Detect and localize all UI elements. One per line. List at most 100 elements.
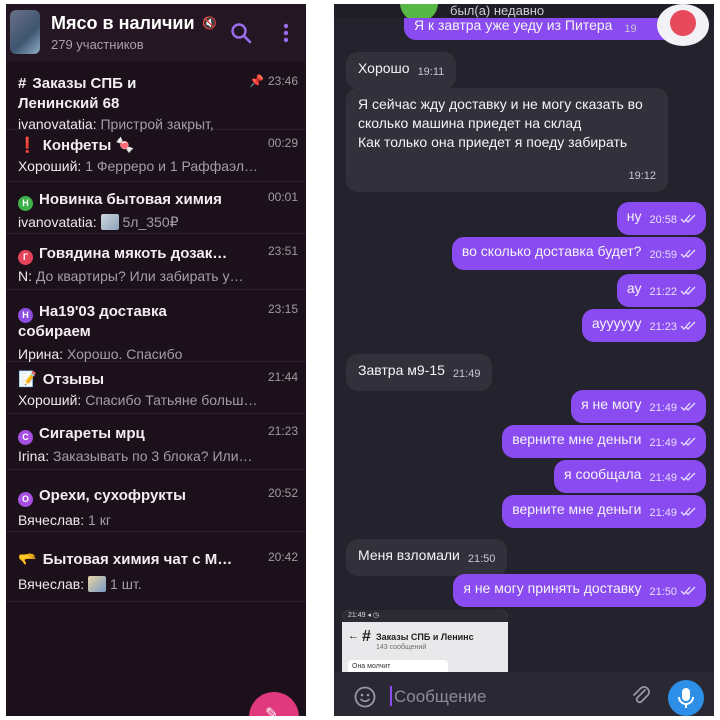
chat-preview-text: 5л_350₽ bbox=[122, 214, 179, 230]
outgoing-message[interactable]: ауууууу 21:23 bbox=[581, 309, 706, 342]
chat-preview-sender: Ирина: bbox=[18, 346, 64, 362]
preview-statusbar: 21:49 ◂ ◷ bbox=[342, 610, 508, 622]
chat-time-text: 23:15 bbox=[267, 302, 298, 316]
message-input[interactable]: Сообщение bbox=[394, 687, 487, 707]
chat-time: 23:15 bbox=[268, 302, 298, 316]
chat-title: О Орехи, сухофрукты bbox=[18, 486, 186, 507]
message-time: 21:49 bbox=[649, 507, 677, 519]
chat-row[interactable]: # Заказы СПБ и Ленинский 68 📌 23:46 ivanovata… bbox=[6, 64, 306, 132]
chat-time-text: 00:29 bbox=[267, 136, 298, 150]
chat-title-text: Отзывы bbox=[42, 371, 104, 388]
read-checkmarks-icon bbox=[680, 507, 696, 516]
outgoing-message[interactable]: я не могу принять доставку 21:50 bbox=[453, 574, 706, 607]
outgoing-message[interactable]: ау 21:22 bbox=[616, 274, 706, 307]
chat-row[interactable]: 🫳 Бытовая химия чат с М… 20:42 Вячеслав: 1 … bbox=[6, 532, 306, 602]
message-text: верните мне деньги bbox=[512, 431, 642, 447]
group-avatar[interactable] bbox=[10, 10, 40, 54]
message-meta: 21:22 bbox=[649, 283, 696, 302]
incoming-message[interactable]: Хорошо 19:11 bbox=[346, 52, 457, 89]
message-meta: 21:49 bbox=[453, 365, 481, 384]
chat-row[interactable]: О Орехи, сухофрукты 20:52 Вячеслав: 1 кг bbox=[6, 470, 306, 532]
chat-title-text: Говядина мякоть дозак… bbox=[39, 245, 228, 262]
chat-time: 20:42 bbox=[268, 550, 298, 564]
message-time: 21:49 bbox=[649, 402, 677, 414]
chat-time: 00:29 bbox=[268, 136, 298, 150]
incoming-message[interactable]: Я сейчас жду доставку и не могу сказать … bbox=[346, 88, 668, 192]
preview-title: Заказы СПБ и Ленинс bbox=[376, 632, 474, 642]
chat-title-text: Новинка бытовая химия bbox=[39, 191, 222, 208]
outgoing-message[interactable]: верните мне деньги 21:49 bbox=[502, 425, 706, 458]
read-checkmarks-icon bbox=[680, 286, 696, 295]
attach-icon[interactable] bbox=[630, 684, 652, 708]
chat-title: # Заказы СПБ и bbox=[18, 74, 136, 93]
outgoing-message[interactable]: я не могу 21:49 bbox=[571, 390, 706, 423]
chat-row[interactable]: 📝 Отзывы 21:44 Хороший: Спасибо Татьяне бол… bbox=[6, 362, 306, 414]
message-meta: 21:50 bbox=[649, 583, 696, 602]
compose-button[interactable]: ✎ bbox=[249, 692, 299, 716]
incoming-message[interactable]: Завтра м9-15 21:49 bbox=[346, 354, 493, 391]
chat-time-text: 20:52 bbox=[267, 486, 298, 500]
message-time: 21:49 bbox=[649, 437, 677, 449]
message-text: Завтра м9-15 bbox=[358, 362, 445, 378]
chat-preview-sender: ivanovatatia: bbox=[18, 214, 97, 230]
chat-preview-sender: Хороший: bbox=[18, 392, 82, 408]
chat-time-text: 21:23 bbox=[267, 424, 298, 438]
message-text: Хорошо bbox=[358, 60, 410, 76]
search-icon[interactable] bbox=[230, 22, 252, 44]
chat-time: 20:52 bbox=[268, 486, 298, 500]
group-title[interactable]: Мясо в наличии bbox=[51, 13, 195, 34]
chat-title: Н На19'03 доставка bbox=[18, 302, 167, 323]
chat-title-text: Орехи, сухофрукты bbox=[39, 487, 186, 504]
message-time: 21:50 bbox=[467, 553, 496, 565]
chat-preview-sender: N: bbox=[18, 268, 32, 284]
chat-row[interactable]: Н Новинка бытовая химия 00:01 ivanovatatia:… bbox=[6, 182, 306, 234]
chat-title: Г Говядина мякоть дозак… bbox=[18, 244, 227, 265]
chat-row[interactable]: ❗ Конфеты 🍬 00:29 Хороший: 1 Ферреро и 1 Ра… bbox=[6, 130, 306, 182]
read-checkmarks-icon bbox=[680, 321, 696, 330]
message-time: 21:49 bbox=[452, 368, 481, 380]
microphone-icon bbox=[678, 688, 694, 708]
message-text: ну bbox=[626, 208, 642, 224]
chat-badge-icon: О bbox=[18, 492, 33, 507]
chat-preview-text: Хорошо. Спасибо bbox=[63, 346, 183, 362]
chat-time-text: 20:42 bbox=[267, 550, 298, 564]
chat-symbol-icon: ❗ bbox=[18, 137, 37, 154]
message-meta: 19:12 bbox=[628, 167, 656, 186]
floating-button-icon bbox=[670, 10, 696, 36]
chat-badge-icon: Н bbox=[18, 308, 33, 323]
message-text: Я сейчас жду доставку и не могу сказать … bbox=[358, 96, 643, 150]
chat-time-text: 23:51 bbox=[267, 244, 298, 258]
more-menu-icon[interactable] bbox=[282, 22, 290, 44]
chat-title: ❗ Конфеты 🍬 bbox=[18, 136, 134, 155]
emoji-icon[interactable] bbox=[354, 686, 376, 708]
read-checkmarks-icon bbox=[680, 437, 696, 446]
chat-list-header: Мясо в наличии 🔇 279 участников bbox=[6, 4, 306, 62]
outgoing-message[interactable]: я сообщала 21:49 bbox=[553, 460, 706, 493]
message-time: 19:11 bbox=[417, 66, 445, 78]
message-time: 19:12 bbox=[628, 170, 656, 182]
message-meta: 20:58 bbox=[649, 211, 696, 230]
chat-badge-icon: Г bbox=[18, 250, 33, 265]
pin-icon: 📌 bbox=[249, 74, 264, 88]
outgoing-message[interactable]: во сколько доставка будет? 20:59 bbox=[451, 237, 706, 270]
outgoing-message[interactable]: верните мне деньги 21:49 bbox=[502, 495, 706, 528]
chat-list: # Заказы СПБ и Ленинский 68 📌 23:46 ivanovata… bbox=[6, 64, 306, 602]
chat-title-line2: собираем bbox=[18, 323, 91, 340]
message-time: 21:50 bbox=[649, 586, 677, 598]
message-meta: 21:49 bbox=[649, 469, 696, 488]
preview-subtitle: 143 сообщений bbox=[376, 644, 427, 651]
chat-row[interactable]: Н На19'03 доставка собираем 23:15 Ирина: Хор… bbox=[6, 290, 306, 362]
incoming-message[interactable]: Меня взломали 21:50 bbox=[346, 539, 508, 576]
chat-row[interactable]: Г Говядина мякоть дозак… 23:51 N: До кварти… bbox=[6, 234, 306, 290]
message-text: я сообщала bbox=[563, 466, 642, 482]
chat-preview-text: До квартиры? Или забирать у… bbox=[32, 268, 244, 284]
chat-preview-text: 1 шт. bbox=[110, 576, 142, 592]
mute-icon: 🔇 bbox=[202, 16, 217, 30]
chat-title-text: Конфеты 🍬 bbox=[42, 137, 135, 154]
chat-preview-text: 1 кг bbox=[84, 512, 111, 528]
chat-row[interactable]: С Сигареты мрц 21:23 Irina: Заказывать по 3… bbox=[6, 414, 306, 470]
voice-record-button[interactable] bbox=[668, 680, 704, 716]
text-cursor bbox=[390, 686, 392, 706]
outgoing-message[interactable]: ну 20:58 bbox=[616, 202, 706, 235]
chat-title-text: Бытовая химия чат с М… bbox=[42, 551, 233, 568]
